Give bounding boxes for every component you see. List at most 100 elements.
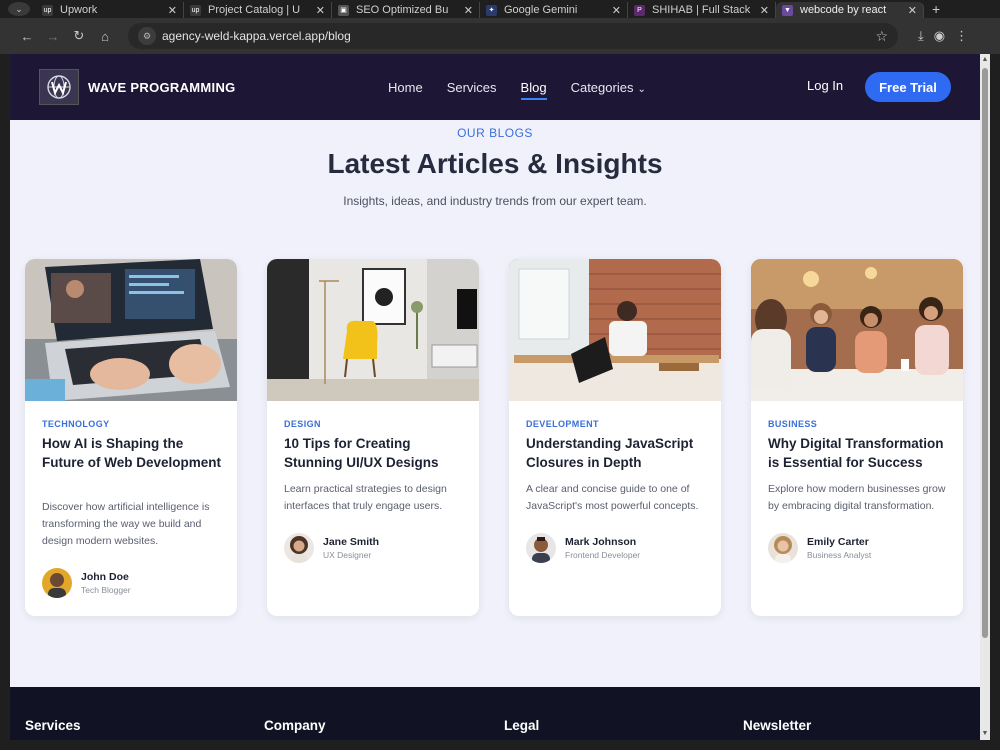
- author-role: Frontend Developer: [565, 550, 641, 560]
- site-navbar: WAVE PROGRAMMING Home Services Blog Cate…: [10, 54, 980, 120]
- close-tab-icon[interactable]: ✕: [908, 4, 917, 17]
- tab-title: SEO Optimized Bu: [356, 4, 449, 16]
- post-author: Jane Smith UX Designer: [284, 533, 379, 563]
- back-arrow-icon[interactable]: ←: [14, 29, 40, 44]
- reload-icon[interactable]: ↻: [66, 28, 92, 44]
- tab-title: Google Gemini: [504, 4, 578, 16]
- site-favicon-icon: P: [634, 4, 645, 16]
- post-description: Learn practical strategies to design int…: [284, 483, 447, 512]
- brand-name[interactable]: WAVE PROGRAMMING: [88, 80, 236, 95]
- post-author: John Doe Tech Blogger: [42, 568, 131, 598]
- vite-favicon-icon: ▼: [782, 4, 793, 16]
- interior-yellow-chair-image[interactable]: [267, 259, 479, 401]
- footer-heading-company: Company: [264, 718, 326, 733]
- browser-toolbar: ← → ↻ ⌂ ⚙ agency-weld-kappa.vercel.app/b…: [0, 18, 1000, 54]
- close-tab-icon[interactable]: ✕: [168, 4, 177, 17]
- post-author: Emily Carter Business Analyst: [768, 533, 871, 563]
- team-cafe-meeting-image[interactable]: [751, 259, 963, 401]
- avatar: [284, 533, 314, 563]
- download-icon[interactable]: ⤓: [918, 28, 924, 44]
- home-icon[interactable]: ⌂: [92, 29, 118, 44]
- avatar: [526, 533, 556, 563]
- post-category: DEVELOPMENT: [526, 419, 599, 429]
- forward-arrow-icon[interactable]: →: [40, 29, 66, 44]
- footer-heading-services: Services: [25, 718, 81, 733]
- bookmark-star-icon[interactable]: ☆: [875, 28, 888, 45]
- address-bar[interactable]: ⚙ agency-weld-kappa.vercel.app/blog ☆: [128, 23, 898, 49]
- footer-heading-newsletter: Newsletter: [743, 718, 812, 733]
- post-title[interactable]: Why Digital Transformation is Essential …: [768, 435, 948, 472]
- site-info-icon[interactable]: ⚙: [138, 27, 156, 45]
- globe-logo-icon: [47, 75, 71, 99]
- gemini-favicon-icon: ✦: [486, 4, 497, 16]
- blog-card[interactable]: DESIGN 10 Tips for Creating Stunning UI/…: [267, 259, 479, 616]
- browser-tab[interactable]: up Upwork ✕: [36, 2, 184, 18]
- section-eyebrow: OUR BLOGS: [457, 126, 533, 140]
- tab-title: Project Catalog | U: [208, 4, 301, 16]
- brand-logo[interactable]: [39, 69, 79, 105]
- page-subtitle: Insights, ideas, and industry trends fro…: [343, 194, 647, 208]
- chevron-down-icon: ⌄: [637, 83, 646, 95]
- author-name: Mark Johnson: [565, 536, 637, 548]
- close-tab-icon[interactable]: ✕: [316, 4, 325, 17]
- close-tab-icon[interactable]: ✕: [612, 4, 621, 17]
- tab-title: webcode by react: [800, 4, 887, 16]
- scroll-up-icon[interactable]: ▲: [981, 56, 989, 64]
- browser-tab[interactable]: ✦ Google Gemini ✕: [480, 2, 628, 18]
- browser-tab-strip: ⌄ up Upwork ✕ up Project Catalog | U ✕ ▣…: [0, 0, 1000, 18]
- author-name: Jane Smith: [323, 536, 380, 548]
- nav-home[interactable]: Home: [388, 80, 423, 95]
- close-tab-icon[interactable]: ✕: [760, 4, 769, 17]
- nav-services[interactable]: Services: [447, 80, 497, 95]
- blog-card[interactable]: DEVELOPMENT Understanding JavaScript Clo…: [509, 259, 721, 616]
- author-name: Emily Carter: [807, 536, 869, 548]
- blog-card[interactable]: TECHNOLOGY How AI is Shaping the Future …: [25, 259, 237, 616]
- tab-title: Upwork: [60, 4, 98, 16]
- close-tab-icon[interactable]: ✕: [464, 4, 473, 17]
- scroll-down-icon[interactable]: ▼: [981, 730, 989, 738]
- blog-card[interactable]: BUSINESS Why Digital Transformation is E…: [751, 259, 963, 616]
- browser-tab-active[interactable]: ▼ webcode by react ✕: [776, 2, 924, 18]
- page-title: Latest Articles & Insights: [327, 148, 663, 179]
- avatar: [768, 533, 798, 563]
- profile-icon[interactable]: ◉: [934, 28, 945, 44]
- tab-title: SHIHAB | Full Stack: [652, 4, 751, 16]
- browser-tab[interactable]: P SHIHAB | Full Stack ✕: [628, 2, 776, 18]
- author-role: UX Designer: [323, 550, 372, 560]
- scrollbar-thumb[interactable]: [982, 68, 988, 638]
- page-scrollbar[interactable]: ▲ ▼: [980, 54, 990, 740]
- post-description: Explore how modern businesses grow by em…: [768, 483, 946, 512]
- url-text[interactable]: agency-weld-kappa.vercel.app/blog: [162, 29, 875, 43]
- author-name: John Doe: [81, 571, 129, 583]
- post-category: BUSINESS: [768, 419, 818, 429]
- page-viewport: WAVE PROGRAMMING Home Services Blog Cate…: [10, 54, 980, 740]
- footer-heading-legal: Legal: [504, 718, 540, 733]
- site-favicon-icon: ▣: [338, 4, 349, 16]
- post-title[interactable]: 10 Tips for Creating Stunning UI/UX Desi…: [284, 435, 464, 472]
- browser-tab[interactable]: ▣ SEO Optimized Bu ✕: [332, 2, 480, 18]
- post-description: Discover how artificial intelligence is …: [42, 501, 210, 547]
- nav-categories[interactable]: Categories ⌄: [571, 80, 646, 95]
- post-title[interactable]: How AI is Shaping the Future of Web Deve…: [42, 435, 222, 472]
- upwork-favicon-icon: up: [190, 4, 201, 16]
- post-category: DESIGN: [284, 419, 321, 429]
- tab-search-icon[interactable]: ⌄: [8, 2, 30, 16]
- login-link[interactable]: Log In: [807, 78, 843, 93]
- laptop-typing-image[interactable]: [25, 259, 237, 401]
- browser-tab[interactable]: up Project Catalog | U ✕: [184, 2, 332, 18]
- nav-blog[interactable]: Blog: [520, 80, 547, 100]
- free-trial-button[interactable]: Free Trial: [865, 72, 951, 102]
- avatar: [42, 568, 72, 598]
- menu-kebab-icon[interactable]: ⋮: [955, 28, 968, 44]
- developer-brick-wall-image[interactable]: [509, 259, 721, 401]
- post-title[interactable]: Understanding JavaScript Closures in Dep…: [526, 435, 706, 472]
- nav-categories-label: Categories: [570, 79, 634, 95]
- new-tab-icon[interactable]: +: [932, 1, 940, 17]
- main-menu: Home Services Blog Categories ⌄: [388, 54, 646, 120]
- post-author: Mark Johnson Frontend Developer: [526, 533, 640, 563]
- author-role: Tech Blogger: [81, 585, 131, 595]
- upwork-favicon-icon: up: [42, 4, 53, 16]
- post-description: A clear and concise guide to one of Java…: [526, 483, 699, 512]
- author-role: Business Analyst: [807, 550, 872, 560]
- site-footer: Services Company Legal Newsletter: [10, 687, 980, 740]
